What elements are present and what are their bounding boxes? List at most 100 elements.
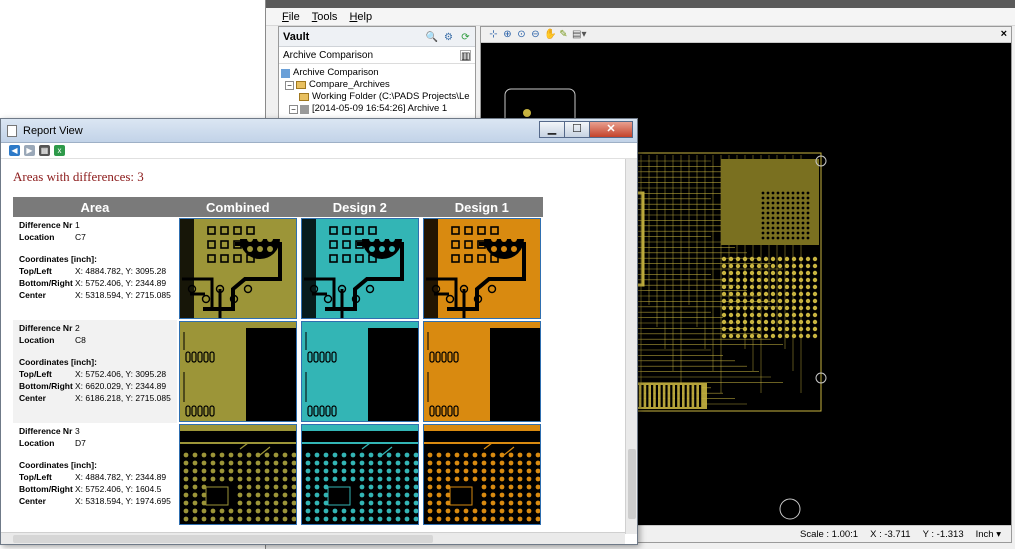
thumbnail-cell-design1 [421,423,543,526]
comparison-icon [281,68,290,78]
report-title: Report View [23,124,83,137]
panel-options-icon[interactable]: ▥ [460,49,471,62]
thumbnail-cell-combined [177,423,299,526]
top-left-value: X: 4884.782, Y: 2344.89 [75,472,167,482]
status-y: Y : -1.313 [922,528,964,540]
thumbnail-cell-design2 [299,423,421,526]
bottom-right-value: X: 6620.029, Y: 2344.89 [75,381,167,391]
zoom-fit-icon[interactable]: ⊹ [488,29,499,40]
top-left-label: Top/Left [19,369,52,379]
bottom-right-label: Bottom/Right [19,381,73,391]
location-label: Location [19,438,55,448]
vault-subheader: Archive Comparison ▥ [279,47,475,64]
difference-thumbnail-combined[interactable] [178,218,297,319]
difference-thumbnail-combined[interactable] [178,321,297,422]
difference-thumbnail-design2[interactable] [300,218,419,319]
thumbnail-cell-combined [177,217,299,320]
coordinates-label: Coordinates [inch]: [19,357,97,367]
export-excel-icon[interactable]: x [54,145,65,156]
unit-selector[interactable]: Inch ▾ [976,529,1001,540]
menu-bar: File Tools Help [266,8,1015,26]
tree-item-archive-comparison[interactable]: Archive Comparison [281,67,473,79]
viewer-toolbar: ⊹ ⊕ ⊙ ⊖ ✋ ✎ ▤▾ × [481,27,1011,43]
bottom-right-label: Bottom/Right [19,484,73,494]
vault-header: Vault 🔍 ⚙ ⟳ [279,27,475,47]
menu-tools[interactable]: Tools [312,11,338,23]
maximize-button[interactable]: ☐ [564,121,590,138]
vault-panel: Vault 🔍 ⚙ ⟳ Archive Comparison ▥ Archive… [278,26,476,126]
vault-title: Vault [283,30,310,43]
location-label: Location [19,335,55,345]
vault-tree: Archive Comparison − Compare_Archives Wo… [279,64,475,118]
top-left-label: Top/Left [19,472,52,482]
forward-icon[interactable]: ▶ [24,145,35,156]
status-scale: Scale : 1.00:1 [799,528,859,540]
difference-thumbnail-combined[interactable] [178,424,297,525]
top-left-label: Top/Left [19,266,52,276]
tree-item-compare-archives[interactable]: − Compare_Archives [281,79,473,91]
difference-nr-label: Difference Nr [19,323,73,333]
difference-thumbnail-design2[interactable] [300,321,419,422]
zoom-out-icon[interactable]: ⊖ [530,29,541,40]
back-icon[interactable]: ◀ [9,145,20,156]
pan-icon[interactable]: ✋ [544,29,556,40]
scroll-thumb[interactable] [13,535,433,543]
report-view-window: Report View ▁ ☐ ✕ ◀ ▶ ▦ x Areas with dif… [0,118,638,545]
report-toolbar: ◀ ▶ ▦ x [1,143,637,159]
center-value: X: 6186.218, Y: 2715.085 [75,393,171,403]
coordinates-label: Coordinates [inch]: [19,460,97,470]
folder-icon [299,93,309,101]
difference-info: Difference Nr 3 Location D7 Coordinates [inc… [13,423,177,526]
difference-thumbnail-design1[interactable] [422,424,541,525]
bottom-right-value: X: 5752.406, Y: 2344.89 [75,278,167,288]
center-label: Center [19,290,46,300]
difference-nr-value: 1 [75,220,80,230]
close-button[interactable]: ✕ [589,121,633,138]
search-icon[interactable]: 🔍 [426,32,438,43]
tree-item-archive-1[interactable]: − [2014-05-09 16:54:26] Archive 1 [281,103,473,115]
tree-item-working-folder[interactable]: Working Folder (C:\PADS Projects\Le [281,91,473,103]
coordinates-label: Coordinates [inch]: [19,254,97,264]
settings-icon[interactable]: ⚙ [443,32,454,43]
minimize-button[interactable]: ▁ [539,121,565,138]
difference-thumbnail-design2[interactable] [300,424,419,525]
menu-file[interactable]: File [282,11,300,23]
collapse-icon[interactable]: − [285,80,294,90]
report-document-icon [7,124,17,137]
zoom-area-icon[interactable]: ⊙ [516,29,527,40]
archive-icon [300,104,309,114]
column-combined: Combined [176,197,299,217]
report-heading: Areas with differences: 3 [13,169,144,184]
vertical-scrollbar[interactable] [625,159,637,534]
thumbnail-cell-design2 [299,320,421,423]
print-icon[interactable]: ▦ [39,145,50,156]
scroll-thumb[interactable] [628,449,636,519]
difference-thumbnail-design1[interactable] [422,218,541,319]
horizontal-scrollbar[interactable] [1,532,625,544]
table-row: Difference Nr 3 Location D7 Coordinates [inc… [13,423,543,526]
column-design-2: Design 2 [298,197,421,217]
status-x: X : -3.711 [870,528,911,540]
zoom-in-icon[interactable]: ⊕ [502,29,513,40]
difference-thumbnail-design1[interactable] [422,321,541,422]
column-design-1: Design 1 [420,197,543,217]
menu-help[interactable]: Help [349,11,372,23]
center-value: X: 5318.594, Y: 1974.695 [75,496,171,506]
expand-icon[interactable]: − [289,104,298,114]
difference-nr-value: 2 [75,323,80,333]
top-left-value: X: 4884.782, Y: 3095.28 [75,266,167,276]
table-row: Difference Nr 1 Location C7 Coordinates [inc… [13,217,543,320]
layers-dropdown-icon[interactable]: ▤▾ [572,29,586,40]
location-value: C7 [75,232,86,242]
location-value: D7 [75,438,86,448]
folder-icon [296,81,306,89]
vault-subtitle: Archive Comparison [283,49,374,61]
close-viewer-button[interactable]: × [1001,28,1007,40]
highlight-icon[interactable]: ✎ [558,29,569,40]
report-content: Areas with differences: 3 Area Combined … [1,159,625,534]
thumbnail-cell-design1 [421,217,543,320]
differences-table: Area Combined Design 2 Design 1 Differen… [13,197,543,526]
difference-nr-label: Difference Nr [19,220,73,230]
difference-nr-value: 3 [75,426,80,436]
refresh-icon[interactable]: ⟳ [460,32,471,43]
